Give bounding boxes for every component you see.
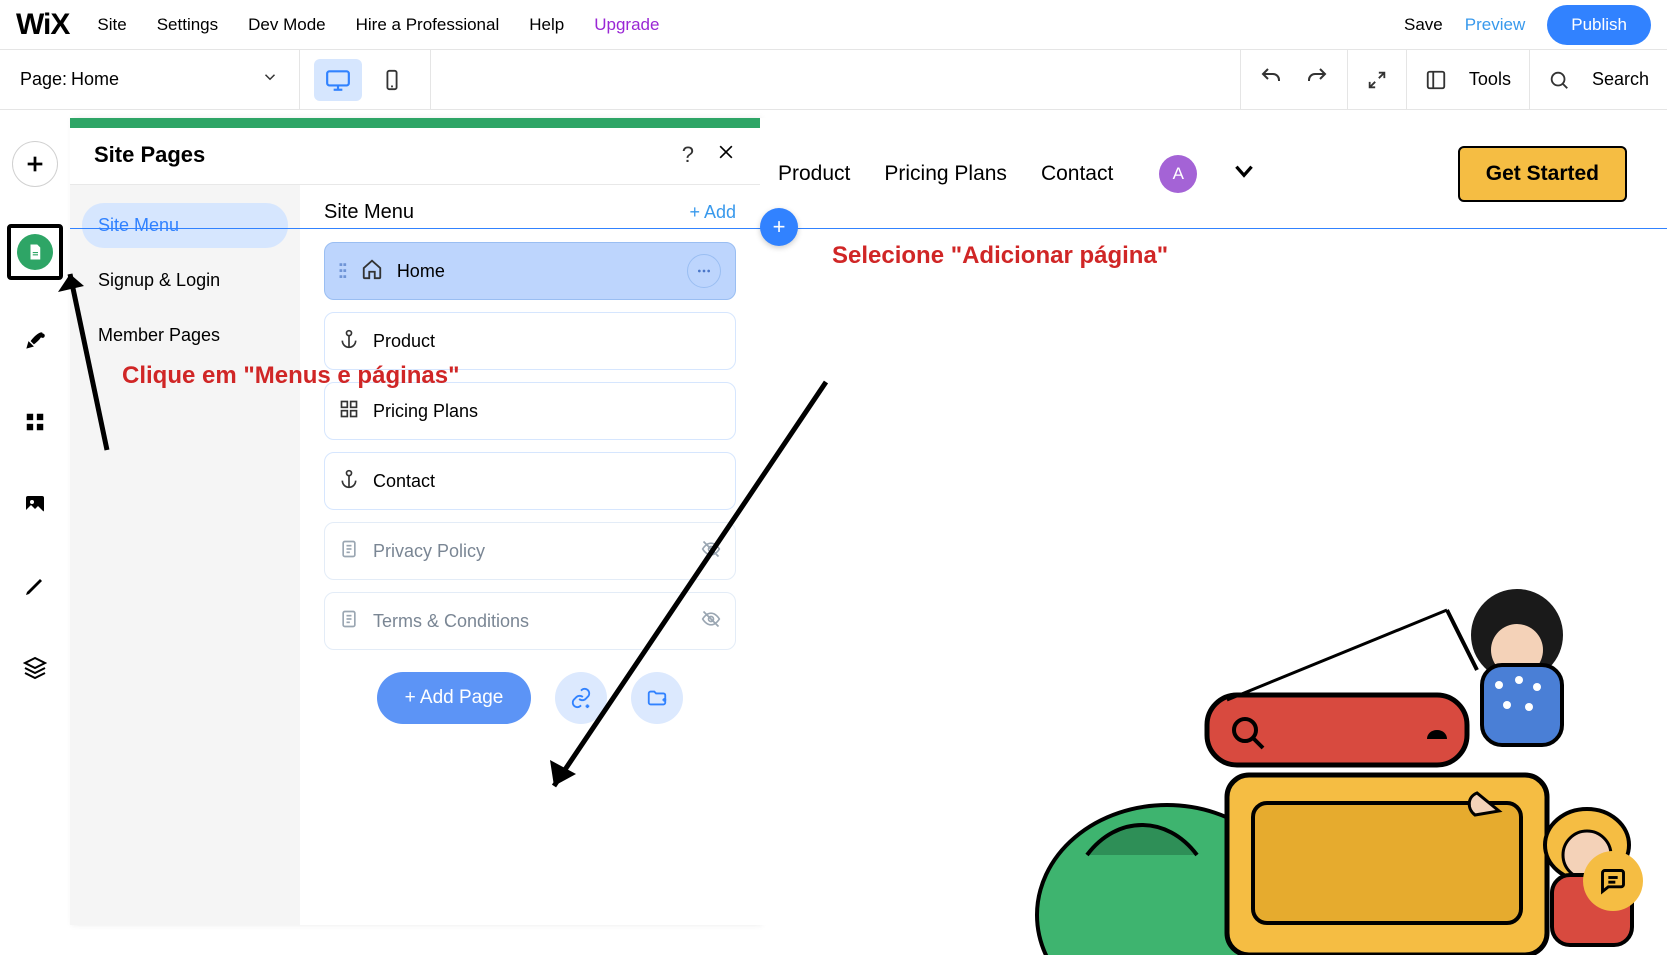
- hero-illustration: [1027, 555, 1647, 955]
- preview-button[interactable]: Preview: [1465, 15, 1525, 35]
- section-separator: +: [70, 228, 1667, 229]
- menu-help[interactable]: Help: [529, 15, 564, 35]
- wix-logo: WiX: [16, 8, 69, 42]
- site-nav-pricing[interactable]: Pricing Plans: [884, 162, 1007, 186]
- page-item-label: Terms & Conditions: [373, 611, 529, 632]
- panel-close-button[interactable]: [716, 142, 736, 168]
- page-item-label: Contact: [373, 471, 435, 492]
- left-rail: [0, 118, 70, 706]
- tools-button[interactable]: Tools: [1406, 50, 1529, 109]
- media-button[interactable]: [13, 482, 57, 526]
- page-list: ▪▪▪▪▪▪ Home Product Pricing Plans: [324, 242, 736, 650]
- device-toggle: [300, 50, 431, 109]
- chevron-down-icon: [261, 68, 279, 91]
- tab-member-pages[interactable]: Member Pages: [82, 313, 288, 358]
- save-button[interactable]: Save: [1404, 15, 1443, 35]
- page-item-contact[interactable]: Contact: [324, 452, 736, 510]
- menu-hire-professional[interactable]: Hire a Professional: [356, 15, 500, 35]
- publish-button[interactable]: Publish: [1547, 5, 1651, 45]
- layers-button[interactable]: [13, 646, 57, 690]
- search-label: Search: [1592, 69, 1649, 90]
- page-item-label: Home: [397, 261, 445, 282]
- page-item-label: Product: [373, 331, 435, 352]
- undo-button[interactable]: [1259, 65, 1283, 94]
- content-title: Site Menu: [324, 201, 689, 224]
- add-folder-button[interactable]: [631, 672, 683, 724]
- page-selector-label: Page:: [20, 69, 67, 90]
- home-icon: [361, 258, 383, 285]
- panel-content: Site Menu + Add ▪▪▪▪▪▪ Home Produ: [300, 185, 760, 925]
- undo-redo-group: [1240, 50, 1347, 109]
- tab-signup-login[interactable]: Signup & Login: [82, 258, 288, 303]
- site-nav-contact[interactable]: Contact: [1041, 162, 1113, 186]
- annotation-menus-pages: Clique em "Menus e páginas": [122, 360, 460, 392]
- user-menu-chevron-icon[interactable]: [1231, 158, 1257, 191]
- desktop-view-button[interactable]: [314, 59, 362, 101]
- page-item-terms-conditions[interactable]: Terms & Conditions: [324, 592, 736, 650]
- page-item-home[interactable]: ▪▪▪▪▪▪ Home: [324, 242, 736, 300]
- mobile-view-button[interactable]: [368, 59, 416, 101]
- panel-sidebar: Site Menu Signup & Login Member Pages: [70, 185, 300, 925]
- chat-button[interactable]: [1583, 851, 1643, 911]
- hidden-icon: [701, 609, 721, 634]
- add-element-button[interactable]: [13, 142, 57, 186]
- menu-upgrade[interactable]: Upgrade: [594, 15, 659, 35]
- add-link-button[interactable]: [555, 672, 607, 724]
- page-item-label: Privacy Policy: [373, 541, 485, 562]
- doc-icon: [339, 539, 359, 564]
- add-menu-link[interactable]: + Add: [689, 202, 736, 223]
- panel-title: Site Pages: [94, 142, 682, 168]
- add-page-button[interactable]: + Add Page: [377, 672, 532, 724]
- apps-button[interactable]: [13, 400, 57, 444]
- page-selector-name: Home: [71, 69, 119, 90]
- menu-site[interactable]: Site: [97, 15, 126, 35]
- annotation-add-page: Selecione "Adicionar página": [832, 240, 1168, 272]
- site-nav-product[interactable]: Product: [778, 162, 850, 186]
- get-started-button[interactable]: Get Started: [1458, 146, 1627, 202]
- panel-footer: + Add Page: [324, 650, 736, 730]
- doc-icon: [339, 609, 359, 634]
- drag-handle-icon[interactable]: ▪▪▪▪▪▪: [339, 262, 347, 280]
- avatar[interactable]: A: [1159, 155, 1197, 193]
- theme-button[interactable]: [13, 318, 57, 362]
- tab-site-menu[interactable]: Site Menu: [82, 203, 288, 248]
- page-item-label: Pricing Plans: [373, 401, 478, 422]
- top-menu-bar: WiX Site Settings Dev Mode Hire a Profes…: [0, 0, 1667, 50]
- search-button[interactable]: Search: [1529, 50, 1667, 109]
- menu-dev-mode[interactable]: Dev Mode: [248, 15, 325, 35]
- sub-bar: Page: Home Tools Search: [0, 50, 1667, 110]
- panel-help-button[interactable]: ?: [682, 142, 694, 168]
- tools-label: Tools: [1469, 69, 1511, 90]
- menu-settings[interactable]: Settings: [157, 15, 218, 35]
- menus-pages-button[interactable]: [7, 224, 63, 280]
- page-item-privacy-policy[interactable]: Privacy Policy: [324, 522, 736, 580]
- anchor-icon: [339, 469, 359, 494]
- add-section-button[interactable]: +: [760, 208, 798, 246]
- page-selector[interactable]: Page: Home: [0, 50, 300, 109]
- zoom-out-button[interactable]: [1347, 50, 1406, 109]
- page-item-more-button[interactable]: [687, 254, 721, 288]
- blog-button[interactable]: [13, 564, 57, 608]
- site-header: Product Pricing Plans Contact A Get Star…: [760, 118, 1667, 228]
- hidden-icon: [701, 539, 721, 564]
- anchor-icon: [339, 329, 359, 354]
- site-pages-panel: Site Pages ? Site Menu Signup & Login Me…: [70, 118, 760, 925]
- redo-button[interactable]: [1305, 65, 1329, 94]
- grid-icon: [339, 399, 359, 424]
